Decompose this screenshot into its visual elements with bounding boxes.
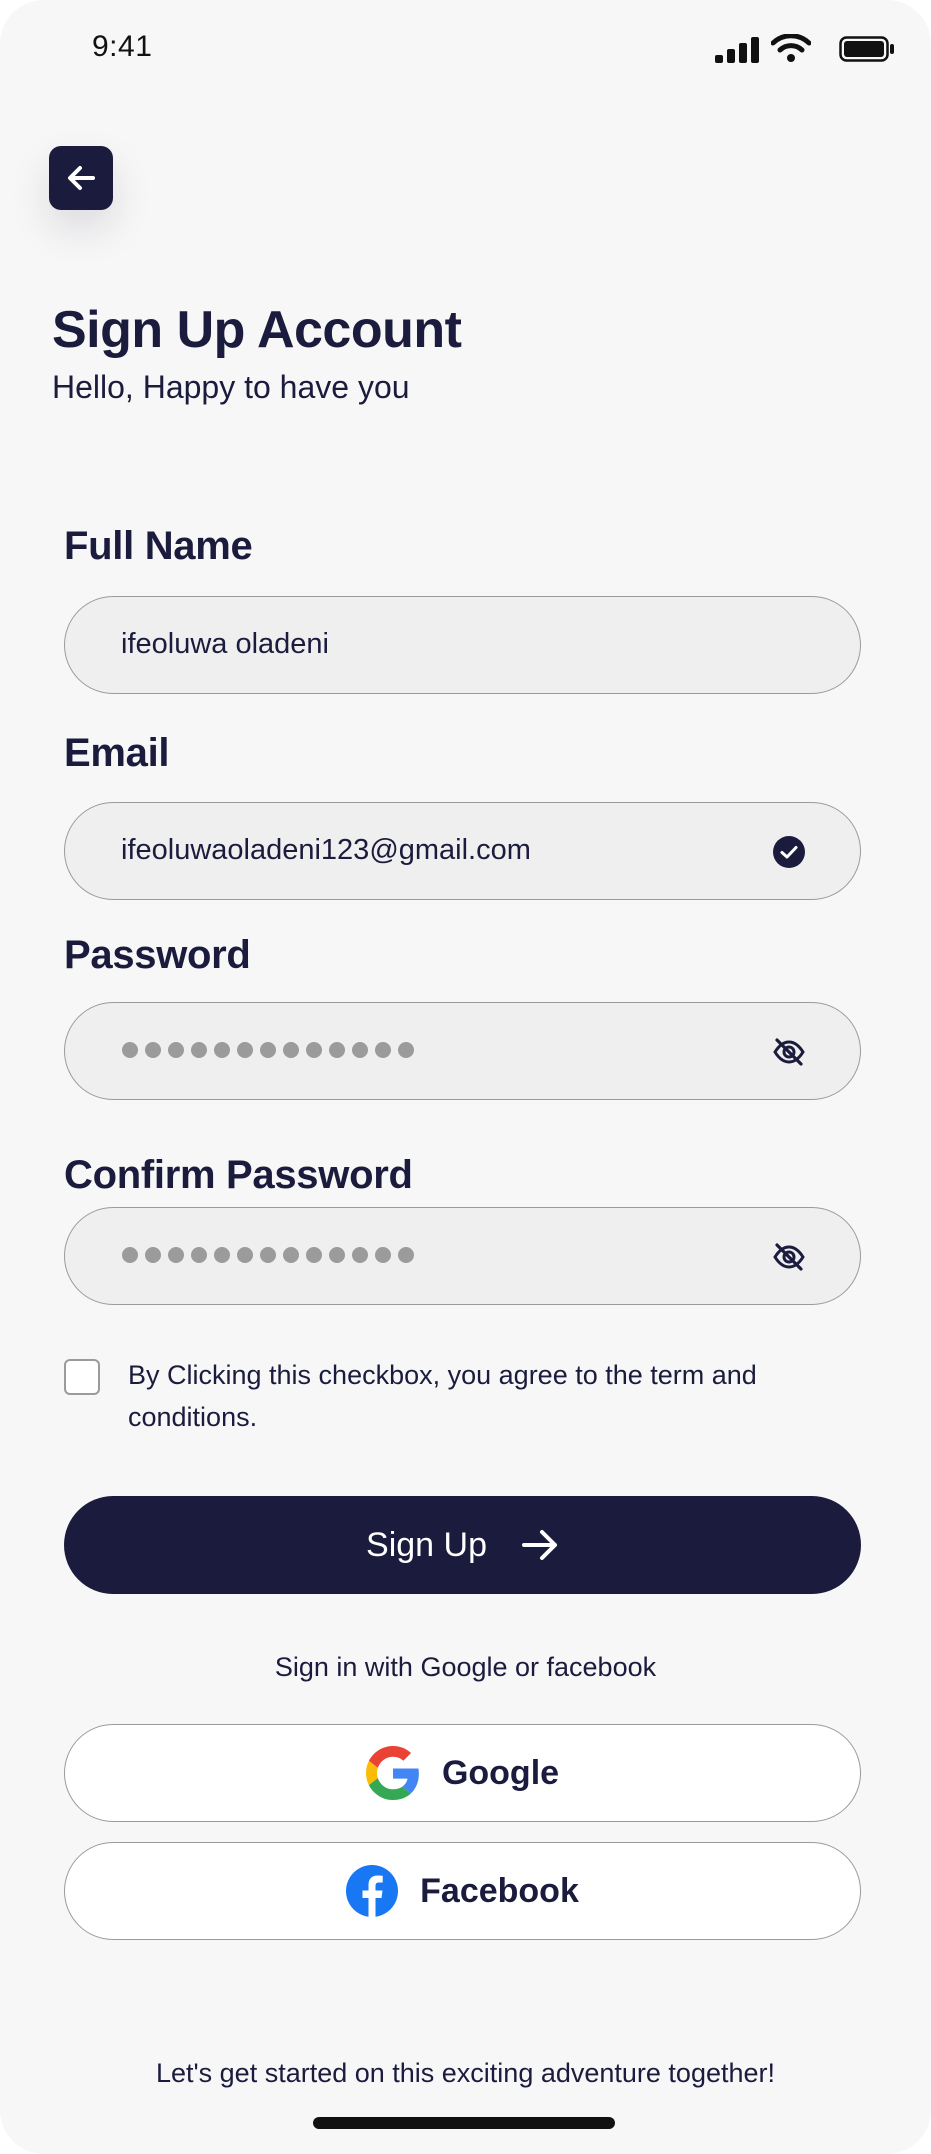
check-circle-icon <box>773 836 805 868</box>
back-button[interactable] <box>49 146 113 210</box>
confirm-password-field[interactable] <box>64 1207 861 1305</box>
email-input[interactable] <box>121 803 721 898</box>
alt-sign-in-text: Sign in with Google or facebook <box>274 1652 657 1682</box>
arrow-right-icon <box>521 1530 557 1560</box>
google-button[interactable]: Google <box>64 1724 861 1822</box>
home-indicator <box>313 2117 615 2129</box>
password-field[interactable] <box>64 1002 861 1100</box>
eye-off-icon[interactable] <box>772 1035 806 1069</box>
wifi-icon <box>771 34 811 62</box>
facebook-icon <box>346 1865 399 1917</box>
footer-text: Let's get started on this exciting adven… <box>155 2058 776 2088</box>
terms-checkbox[interactable] <box>64 1359 100 1395</box>
terms-text: By Clicking this checkbox, you agree to … <box>128 1360 757 1432</box>
email-label: Email <box>64 731 170 775</box>
page-subtitle: Hello, Happy to have you <box>52 369 410 405</box>
sign-up-screen: 9:41 Sign Up Account Hello, Happy to hav… <box>0 0 931 2154</box>
email-field[interactable] <box>64 802 861 900</box>
signal-icon <box>715 37 759 63</box>
status-icons <box>715 34 895 64</box>
full-name-label: Full Name <box>64 524 253 568</box>
page-title: Sign Up Account <box>52 301 462 359</box>
battery-icon <box>839 36 894 62</box>
password-label: Password <box>64 933 251 977</box>
google-label: Google <box>441 1753 560 1792</box>
password-mask[interactable] <box>121 1039 421 1061</box>
full-name-field[interactable] <box>64 596 861 694</box>
arrow-left-icon <box>68 166 95 190</box>
facebook-label: Facebook <box>420 1871 579 1910</box>
full-name-input[interactable] <box>121 597 721 692</box>
google-icon <box>365 1746 419 1800</box>
eye-off-icon[interactable] <box>772 1240 806 1274</box>
confirm-password-mask[interactable] <box>121 1244 421 1266</box>
facebook-button[interactable]: Facebook <box>64 1842 861 1940</box>
status-time: 9:41 <box>92 30 153 63</box>
sign-up-button[interactable]: Sign Up <box>64 1496 861 1594</box>
sign-up-label: Sign Up <box>366 1525 487 1564</box>
confirm-password-label: Confirm Password <box>64 1153 413 1197</box>
